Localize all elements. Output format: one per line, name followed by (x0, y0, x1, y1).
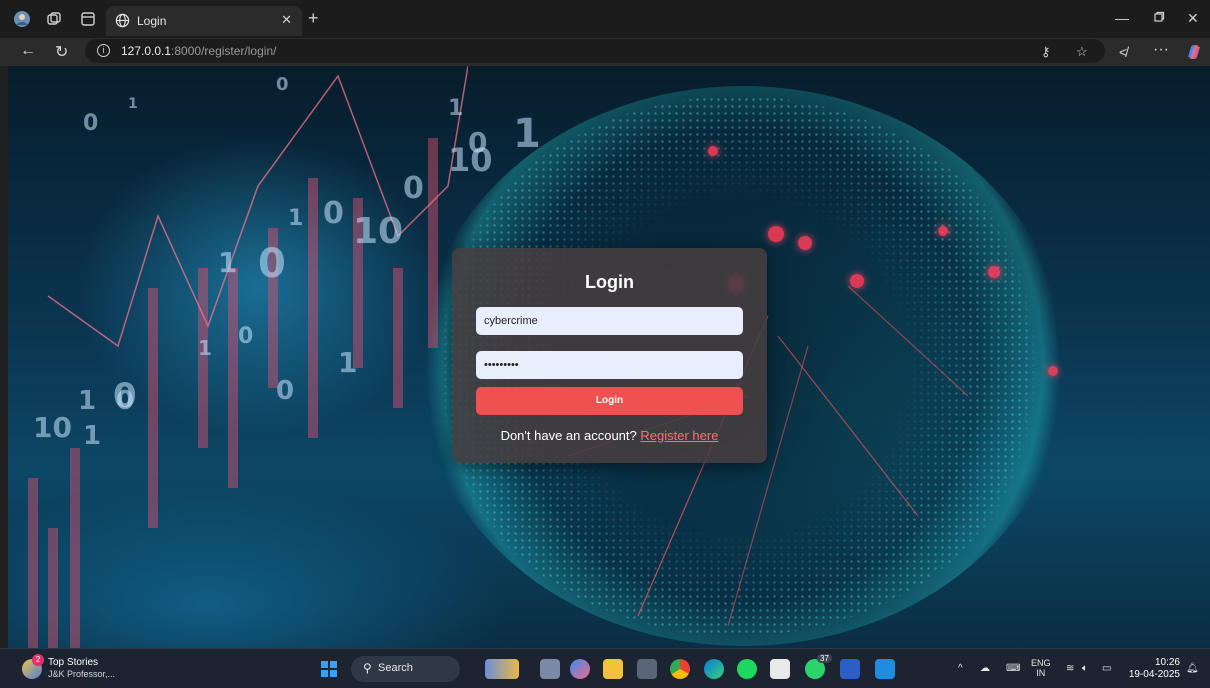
whatsapp-badge: 37 (817, 654, 832, 663)
hotspot-marker (1048, 366, 1058, 376)
tray-overflow-icon[interactable]: ^ (958, 663, 963, 674)
wifi-icon[interactable]: ≋ (1066, 663, 1074, 674)
star-icon[interactable]: ☆ (1076, 44, 1088, 60)
chart-bars-decor (8, 66, 468, 648)
clock[interactable]: 10:26 19-04-2025 (1126, 657, 1180, 681)
refresh-icon[interactable]: ↻ (55, 42, 68, 62)
username-input[interactable] (476, 307, 743, 335)
bg-digit: 10 (448, 141, 493, 179)
store-icon[interactable] (770, 659, 790, 679)
calculator-icon[interactable] (637, 659, 657, 679)
bg-digit: 10 (353, 211, 404, 252)
tab-actions-icon[interactable] (78, 9, 98, 29)
bg-digit: 0 (238, 324, 254, 349)
back-icon[interactable]: ← (20, 42, 36, 60)
tab-bar: Login ✕ + — ✕ (0, 0, 1210, 38)
file-explorer-icon[interactable] (540, 659, 560, 679)
tab-title: Login (137, 14, 167, 28)
bg-digit: 0 (258, 241, 286, 287)
news-title[interactable]: Top Stories (48, 657, 98, 668)
register-prompt: Don't have an account? Register here (452, 428, 767, 443)
hotspot-marker (708, 146, 718, 156)
edge-icon[interactable] (704, 659, 724, 679)
bg-digit: 0 (323, 196, 344, 231)
spotify-icon[interactable] (737, 659, 757, 679)
login-card: Login Login Don't have an account? Regis… (452, 248, 767, 463)
search-label: Search (378, 662, 413, 674)
login-title: Login (585, 272, 634, 292)
info-icon[interactable]: i (97, 44, 110, 57)
onedrive-icon[interactable]: ☁ (980, 663, 990, 674)
widgets-icon[interactable] (485, 659, 519, 679)
profile-icon[interactable] (12, 9, 32, 29)
taskbar: 2 Top Stories J&K Professor,... ⚲ Search… (0, 648, 1210, 688)
news-badge: 2 (32, 654, 44, 666)
word-icon[interactable] (840, 659, 860, 679)
globe-icon (115, 13, 130, 33)
battery-icon[interactable]: ▭ (1102, 663, 1111, 674)
minimize-icon[interactable]: — (1115, 10, 1129, 26)
bg-digit: 0 (83, 111, 99, 136)
bg-digit: 10 (33, 411, 72, 444)
news-subtitle[interactable]: J&K Professor,... (48, 669, 115, 679)
bg-digit: 1 (128, 96, 138, 112)
key-icon[interactable]: ⚷ (1041, 44, 1051, 60)
search-icon: ⚲ (363, 661, 372, 675)
workspaces-icon[interactable] (44, 9, 64, 29)
register-prompt-text: Don't have an account? (500, 428, 637, 443)
windows-start-icon[interactable] (321, 661, 337, 677)
bg-digit: 1 (218, 246, 238, 279)
bg-digit: 0 (113, 376, 137, 416)
hotspot-marker (988, 266, 1000, 278)
bg-digit: 0 (403, 171, 424, 206)
bg-digit: 1 (448, 96, 464, 121)
login-button[interactable]: Login (476, 387, 743, 415)
keyboard-icon[interactable]: ⌨ (1006, 663, 1020, 674)
notification-icon[interactable]: 🔔︎ (1186, 663, 1199, 674)
bg-digit: 1 (288, 206, 304, 231)
tab-login[interactable]: Login ✕ (106, 6, 302, 36)
bg-digit: 0 (276, 376, 295, 406)
volume-icon[interactable]: 🔈︎ (1082, 663, 1088, 674)
new-tab-button[interactable]: + (308, 8, 319, 29)
bg-digit: 0 (276, 74, 289, 95)
bg-digit: 1 (513, 111, 541, 157)
favorites-icon[interactable]: ≮ (1119, 44, 1127, 60)
chrome-icon[interactable] (670, 659, 690, 679)
password-input[interactable] (476, 351, 743, 379)
bg-digit: 1 (198, 336, 212, 360)
address-row: ← ↻ i 127.0.0.1:8000/register/login/ ⚷ ☆… (0, 38, 1210, 66)
close-icon[interactable]: ✕ (281, 12, 292, 28)
folder-icon[interactable] (603, 659, 623, 679)
url-text[interactable]: 127.0.0.1:8000/register/login/ (121, 44, 276, 58)
vscode-icon[interactable] (875, 659, 895, 679)
bg-digit: 1 (83, 421, 102, 451)
bg-digit: 1 (78, 386, 97, 416)
taskbar-search[interactable]: ⚲ Search (351, 656, 460, 682)
browser-window: Login ✕ + — ✕ ← ↻ i 127.0.0.1:8000/regis… (0, 0, 1210, 688)
maximize-icon[interactable] (1153, 10, 1165, 26)
copilot-icon[interactable] (1185, 43, 1203, 66)
language-indicator[interactable]: ENG IN (1031, 658, 1051, 678)
copilot-icon[interactable] (570, 659, 590, 679)
more-icon[interactable]: ··· (1153, 41, 1169, 59)
bg-digit: 1 (338, 346, 358, 379)
window-close-icon[interactable]: ✕ (1187, 10, 1199, 27)
register-link[interactable]: Register here (640, 428, 718, 443)
address-bar[interactable]: i 127.0.0.1:8000/register/login/ ⚷ ☆ (85, 39, 1105, 63)
